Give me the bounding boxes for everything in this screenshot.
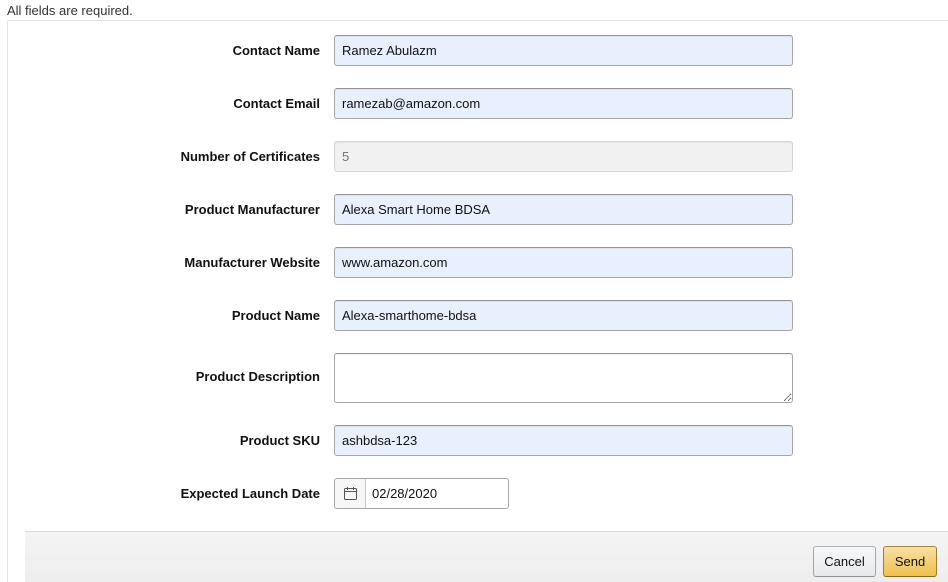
product-sku-row: Product SKU	[0, 425, 948, 457]
contact-name-row: Contact Name	[0, 35, 948, 67]
product-name-input[interactable]	[334, 300, 793, 331]
contact-name-label: Contact Name	[232, 43, 320, 58]
product-manufacturer-label: Product Manufacturer	[184, 202, 320, 217]
contact-email-input[interactable]	[334, 88, 793, 119]
form-footer	[25, 531, 948, 582]
product-manufacturer-input[interactable]	[334, 194, 793, 225]
send-button[interactable]: Send	[883, 546, 937, 577]
product-description-label: Product Description	[195, 369, 320, 384]
contact-email-row: Contact Email	[0, 88, 948, 120]
product-sku-label: Product SKU	[239, 433, 320, 448]
expected-launch-date-label: Expected Launch Date	[180, 486, 320, 501]
contact-email-label: Contact Email	[233, 96, 320, 111]
expected-launch-date-input[interactable]	[366, 479, 508, 508]
manufacturer-website-label: Manufacturer Website	[184, 255, 320, 270]
required-fields-note: All fields are required.	[7, 3, 133, 18]
product-description-row: Product Description	[0, 353, 948, 403]
product-sku-input[interactable]	[334, 425, 793, 456]
manufacturer-website-input[interactable]	[334, 247, 793, 278]
certificate-request-form-page: All fields are required. Contact Name Co…	[0, 0, 948, 582]
manufacturer-website-row: Manufacturer Website	[0, 247, 948, 279]
product-description-textarea[interactable]	[334, 353, 793, 403]
expected-launch-date-row: Expected Launch Date	[0, 478, 948, 510]
number-of-certificates-label: Number of Certificates	[180, 149, 320, 164]
product-manufacturer-row: Product Manufacturer	[0, 194, 948, 226]
calendar-icon[interactable]	[335, 479, 366, 508]
product-name-row: Product Name	[0, 300, 948, 332]
cancel-button[interactable]: Cancel	[813, 546, 876, 577]
product-name-label: Product Name	[231, 308, 320, 323]
number-of-certificates-input	[334, 141, 793, 172]
number-of-certificates-row: Number of Certificates	[0, 141, 948, 173]
date-picker	[334, 478, 509, 509]
contact-name-input[interactable]	[334, 35, 793, 66]
